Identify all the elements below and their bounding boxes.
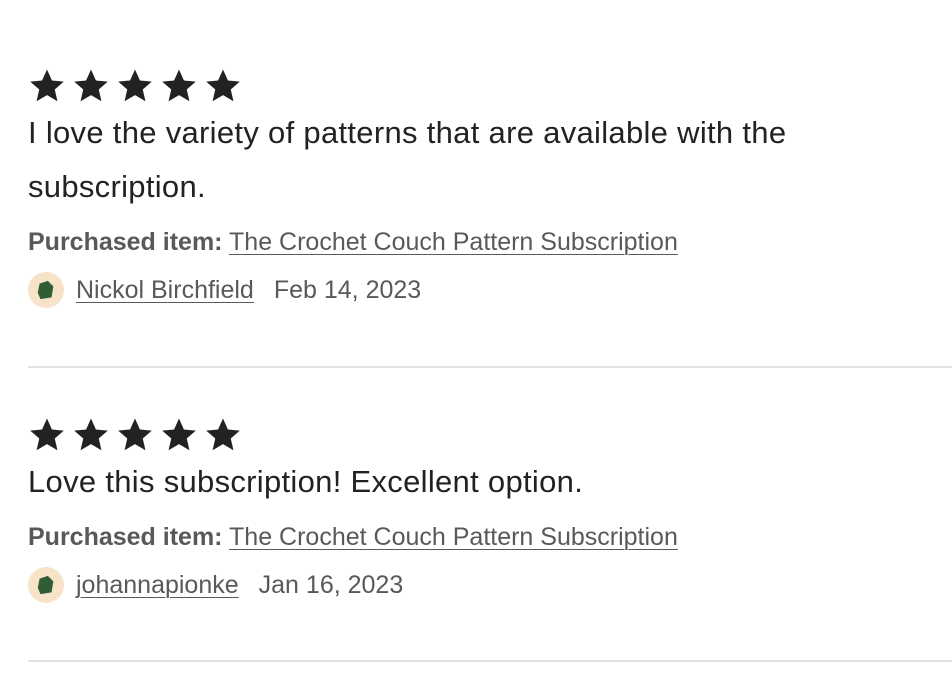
purchased-item-link[interactable]: The Crochet Couch Pattern Subscription: [229, 228, 678, 256]
avatar[interactable]: [28, 567, 64, 603]
reviewer-name-link[interactable]: Nickol Birchfield: [76, 276, 254, 305]
avatar[interactable]: [28, 272, 64, 308]
divider: [28, 660, 952, 662]
star-icon: [116, 67, 154, 105]
reviewer-info: Nickol Birchfield Feb 14, 2023: [28, 271, 952, 309]
purchased-item: Purchased item: The Crochet Couch Patter…: [28, 223, 952, 261]
star-icon: [116, 416, 154, 454]
review-date: Feb 14, 2023: [273, 275, 422, 304]
review-date: Jan 16, 2023: [258, 570, 404, 599]
star-icon: [28, 67, 66, 105]
star-icon: [204, 67, 242, 105]
star-icon: [204, 416, 242, 454]
purchased-item: Purchased item: The Crochet Couch Patter…: [28, 518, 952, 556]
purchased-item-link[interactable]: The Crochet Couch Pattern Subscription: [229, 523, 678, 551]
star-icon: [160, 67, 198, 105]
star-icon: [72, 67, 110, 105]
reviewer-name-link[interactable]: johannapionke: [76, 571, 239, 600]
reviewer-info: johannapionke Jan 16, 2023: [28, 566, 952, 604]
purchased-item-label: Purchased item:: [28, 523, 223, 551]
star-icon: [72, 416, 110, 454]
star-icon: [160, 416, 198, 454]
review-text: Love this subscription! Excellent option…: [28, 464, 584, 499]
divider: [28, 366, 952, 368]
review-card: Love this subscription! Excellent option…: [28, 415, 952, 604]
shop-icon: [37, 575, 54, 595]
review-card: I love the variety of patterns that are …: [28, 66, 952, 309]
star-icon: [28, 416, 66, 454]
star-rating: [28, 66, 952, 106]
star-rating: [28, 415, 952, 455]
purchased-item-label: Purchased item:: [28, 228, 223, 256]
shop-icon: [37, 280, 54, 300]
review-text: I love the variety of patterns that are …: [28, 115, 787, 204]
